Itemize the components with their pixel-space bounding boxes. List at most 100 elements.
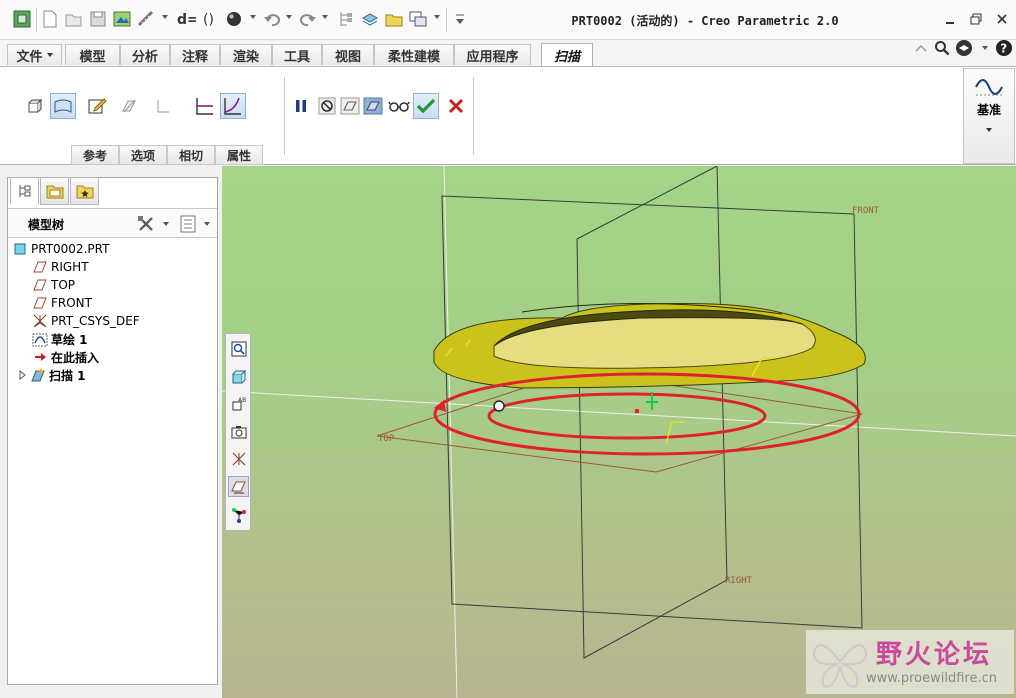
variable-section-button[interactable] — [220, 93, 246, 119]
tab-model[interactable]: 模型 — [65, 44, 120, 65]
creo-app-icon[interactable] — [12, 9, 32, 29]
constant-section-button[interactable] — [192, 93, 218, 119]
model-tree-toggle-icon[interactable] — [336, 9, 356, 29]
redo-dropdown-icon[interactable] — [322, 15, 328, 19]
tree-settings-icon[interactable] — [136, 214, 156, 234]
community-dropdown-icon[interactable] — [982, 46, 988, 50]
model-viewport: FRONT TOP RIGHT — [222, 166, 1016, 698]
plane-display-icon — [230, 481, 246, 493]
view-manager-button[interactable] — [228, 421, 249, 442]
point-display-button[interactable] — [228, 504, 249, 525]
front-datum-plane — [441, 195, 863, 629]
customize-toolbar-icon[interactable] — [450, 9, 470, 29]
favorites-tab[interactable] — [70, 177, 99, 205]
tree-show-icon[interactable] — [178, 214, 198, 234]
collapse-ribbon-icon[interactable] — [912, 39, 930, 57]
open-folder-icon[interactable] — [384, 9, 404, 29]
navigator-panel: 模型树 PRT0002.PRT RIGHT TOP FRONT PRT_CSYS… — [7, 177, 218, 685]
cancel-button[interactable] — [443, 93, 469, 119]
sweep-icon — [30, 367, 46, 383]
community-icon[interactable] — [955, 39, 973, 57]
tab-analysis[interactable]: 分析 — [120, 44, 170, 65]
svg-text:d=: d= — [177, 12, 196, 28]
new-file-icon[interactable] — [40, 9, 60, 29]
tab-file[interactable]: 文件 — [7, 44, 62, 65]
tree-item-part[interactable]: PRT0002.PRT — [12, 240, 109, 258]
display-style-button[interactable] — [228, 366, 249, 387]
refit-button[interactable] — [228, 338, 249, 359]
tab-view[interactable]: 视图 — [322, 44, 374, 65]
datum-display-button[interactable] — [228, 448, 249, 469]
watermark-url: www.proewildfire.cn — [866, 671, 997, 686]
subtab-tangency[interactable]: 相切 — [167, 145, 215, 165]
windows-dropdown-icon[interactable] — [434, 15, 440, 19]
remove-material-button[interactable] — [116, 93, 142, 119]
measure-dropdown-icon[interactable] — [162, 15, 168, 19]
tree-item-right[interactable]: RIGHT — [32, 258, 89, 276]
solid-sweep-button[interactable] — [22, 93, 48, 119]
save-icon[interactable] — [88, 9, 108, 29]
tree-item-top[interactable]: TOP — [32, 276, 75, 294]
redo-icon[interactable] — [298, 9, 318, 29]
pause-button[interactable] — [288, 93, 314, 119]
cube-icon — [232, 369, 246, 383]
layer-icon[interactable] — [360, 9, 380, 29]
search-icon[interactable] — [933, 39, 951, 57]
view-toolbar: AB — [225, 333, 251, 531]
watermark-title: 野火论坛 — [876, 640, 993, 670]
parameters-icon[interactable]: () — [200, 9, 220, 29]
sketch-icon — [32, 331, 48, 347]
appearance-icon[interactable] — [224, 9, 244, 29]
regenerate-icon[interactable] — [112, 9, 132, 29]
tab-render[interactable]: 渲染 — [220, 44, 272, 65]
saved-views-button[interactable]: AB — [228, 393, 249, 414]
surface-sweep-button[interactable] — [50, 93, 76, 119]
appearance-dropdown-icon[interactable] — [250, 15, 256, 19]
dimension-relations-icon[interactable]: d= — [176, 9, 196, 29]
minimize-icon[interactable] — [942, 11, 958, 27]
windows-icon[interactable] — [408, 9, 428, 29]
graphics-window[interactable]: FRONT TOP RIGHT — [222, 166, 1016, 698]
tab-annotate[interactable]: 注释 — [170, 44, 220, 65]
tree-item-sweep[interactable]: 扫描 1 — [18, 366, 86, 384]
tree-item-sketch[interactable]: 草绘 1 — [32, 330, 88, 348]
tab-tools[interactable]: 工具 — [272, 44, 322, 65]
plane-display-button[interactable] — [228, 476, 249, 497]
csys-icon — [32, 313, 48, 329]
close-window-icon[interactable] — [994, 11, 1010, 27]
tree-item-csys[interactable]: PRT_CSYS_DEF — [32, 312, 140, 330]
subtab-options[interactable]: 选项 — [119, 145, 167, 165]
folder-browser-tab[interactable] — [40, 177, 69, 205]
menu-tab-bar: 文件 模型 分析 注释 渲染 工具 视图 柔性建模 应用程序 扫描 ? — [0, 40, 1016, 66]
tab-applications[interactable]: 应用程序 — [454, 44, 531, 65]
tree-settings-dropdown-icon[interactable] — [163, 222, 169, 226]
tab-sweep[interactable]: 扫描 — [541, 43, 593, 66]
open-file-icon[interactable] — [64, 9, 84, 29]
apply-ok-button[interactable] — [413, 93, 439, 119]
expand-arrow-icon[interactable] — [18, 370, 28, 380]
subtab-properties[interactable]: 属性 — [215, 145, 263, 165]
help-icon[interactable]: ? — [995, 39, 1013, 57]
thicken-button[interactable] — [150, 93, 176, 119]
model-tree-tab[interactable] — [10, 177, 39, 205]
feature-preview-button[interactable] — [360, 93, 386, 119]
tree-item-front[interactable]: FRONT — [32, 294, 92, 312]
model-tree-header: 模型树 — [8, 208, 217, 238]
restore-icon[interactable] — [968, 11, 984, 27]
trajectory-start-point[interactable] — [493, 400, 505, 412]
subtab-references[interactable]: 参考 — [71, 145, 119, 165]
point-display-icon — [231, 507, 246, 523]
sketch-section-button[interactable] — [84, 93, 110, 119]
csys-display-icon — [232, 452, 245, 465]
tab-flexible-modeling[interactable]: 柔性建模 — [374, 44, 454, 65]
datum-dropdown-icon — [986, 128, 992, 132]
datum-button[interactable]: 基准 — [963, 68, 1015, 164]
tree-show-dropdown-icon[interactable] — [204, 222, 210, 226]
tree-item-insert-here[interactable]: 在此插入 — [32, 348, 99, 366]
undo-icon[interactable] — [262, 9, 282, 29]
camera-icon — [231, 425, 246, 438]
saved-views-icon: AB — [232, 397, 246, 410]
measure-icon[interactable] — [136, 9, 156, 29]
undo-dropdown-icon[interactable] — [286, 15, 292, 19]
verify-mode-button[interactable] — [386, 93, 412, 119]
